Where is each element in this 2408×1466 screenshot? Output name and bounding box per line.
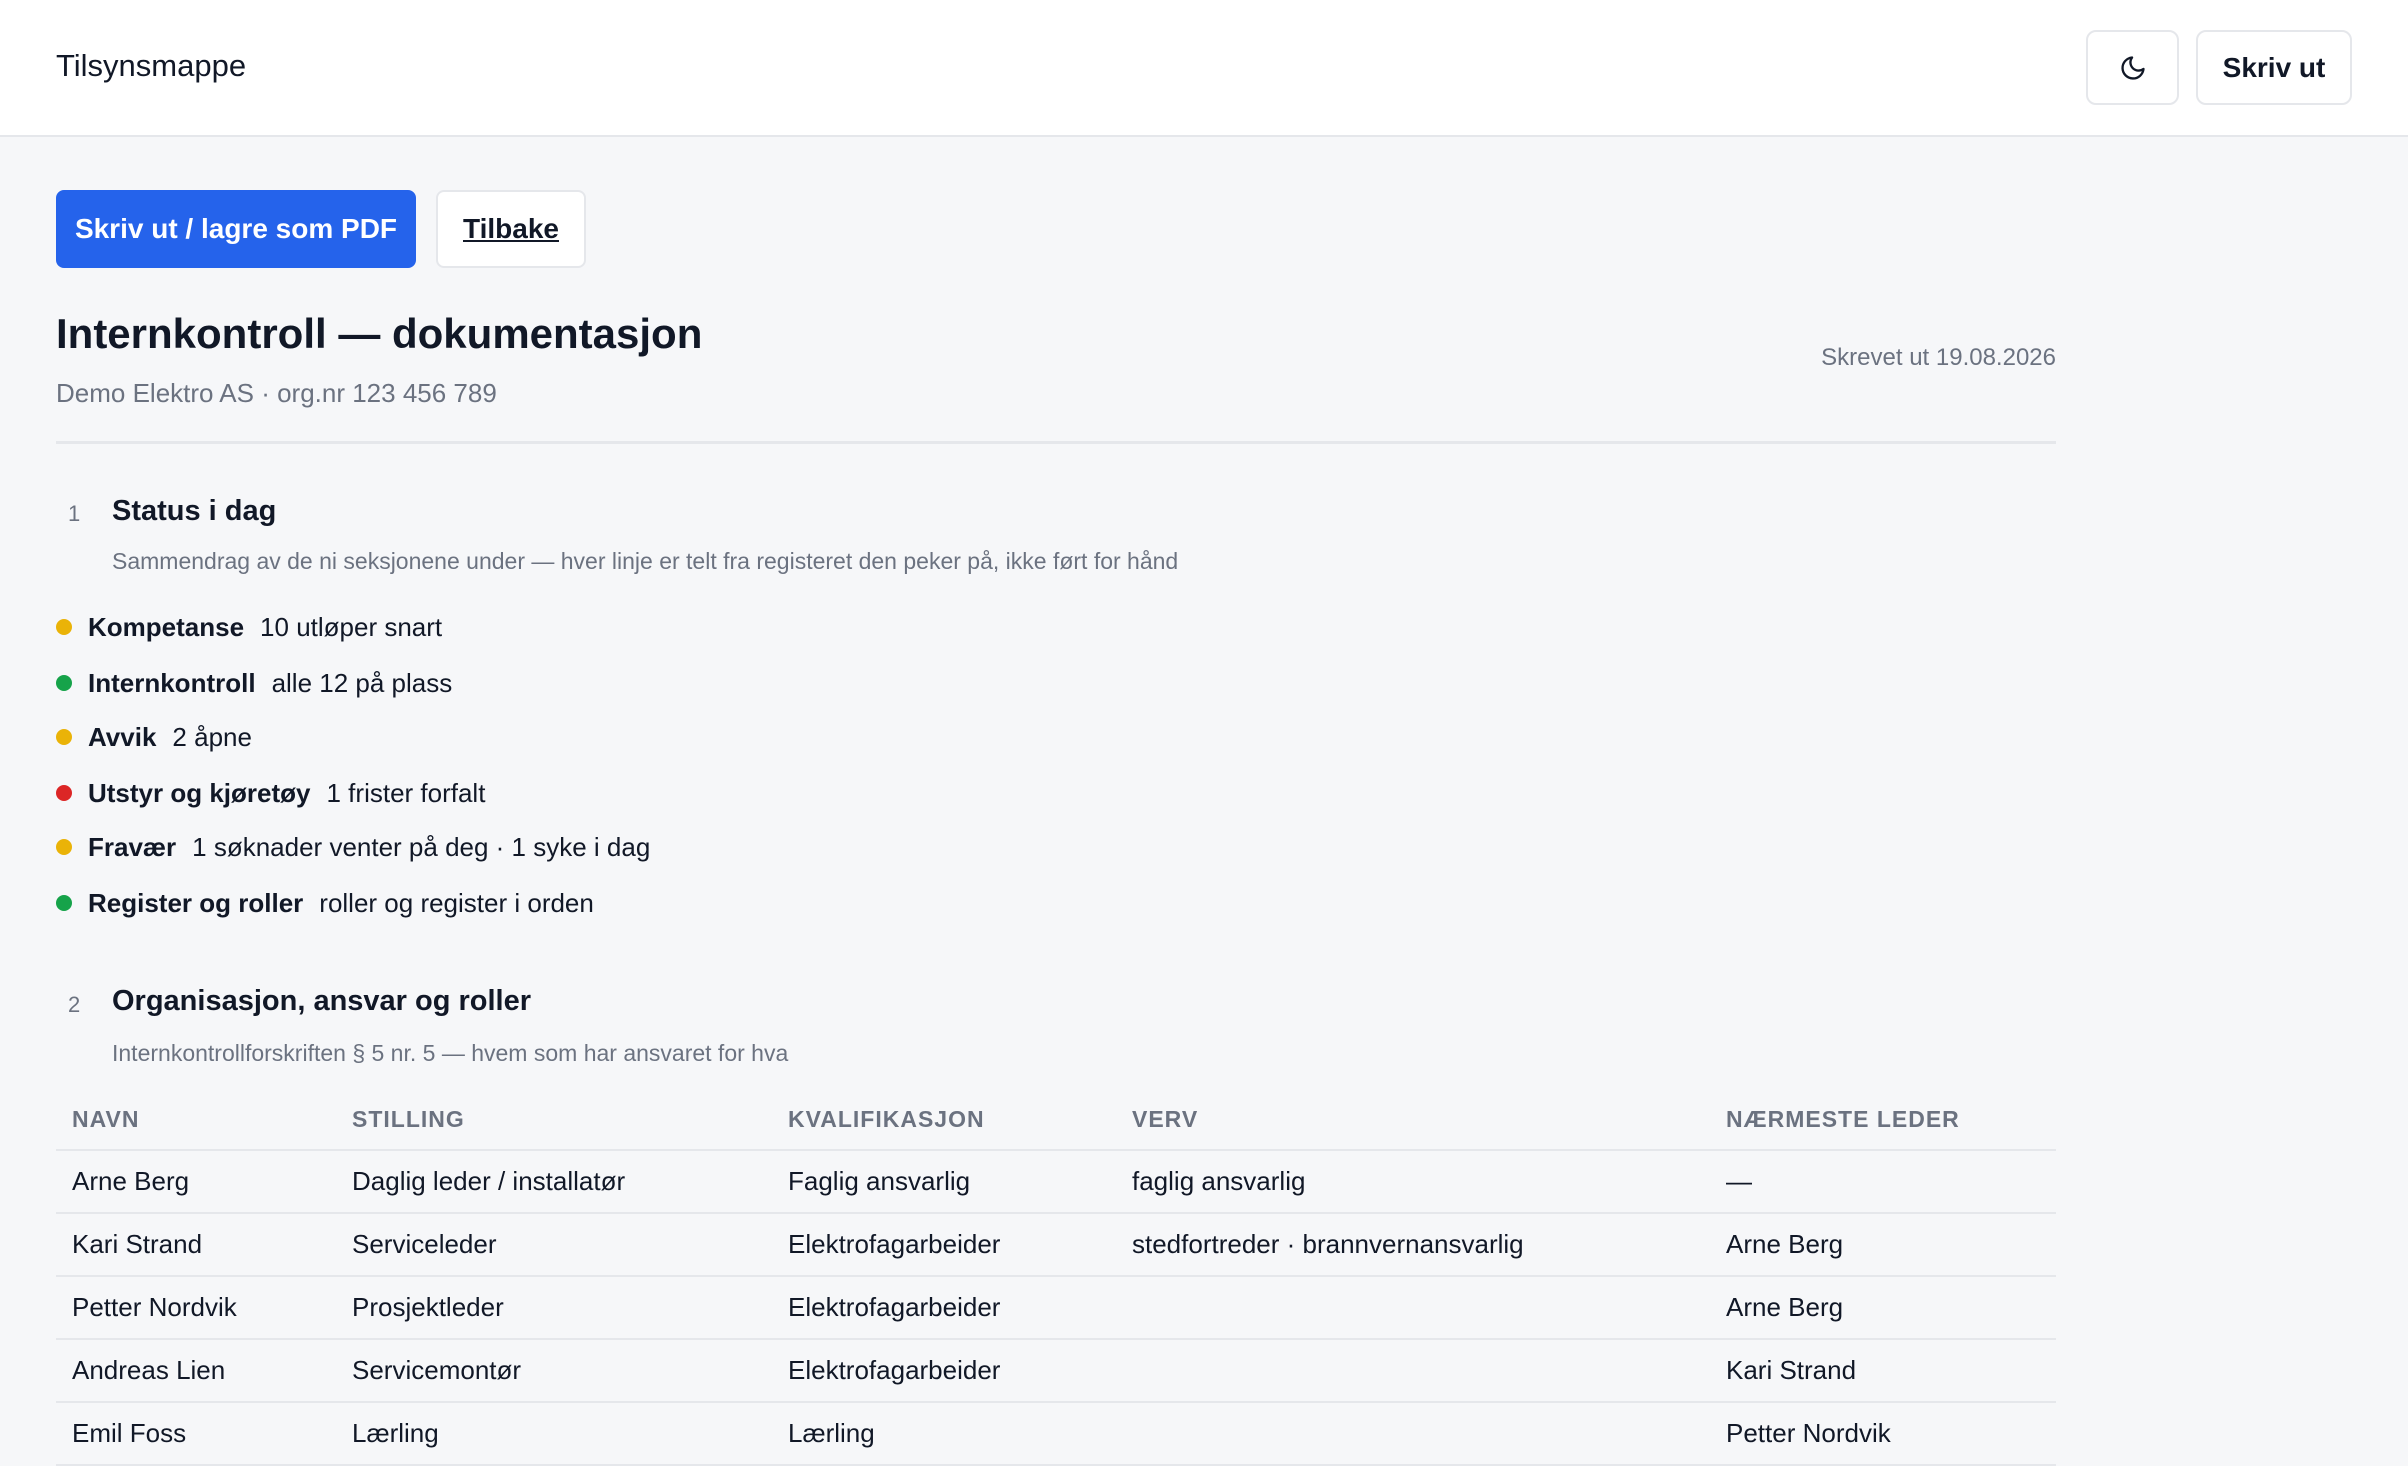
page-title: Internkontroll — dokumentasjon [56, 310, 703, 357]
cell-manager: Arne Berg [1710, 1276, 2056, 1340]
table-row: Petter Nordvik Prosjektleder Elektrofaga… [56, 1276, 2056, 1340]
status-item: Internkontroll alle 12 på plass [56, 663, 452, 703]
cell-position: Prosjektleder [336, 1276, 772, 1340]
status-value: 1 søknader venter på deg · 1 syke i dag [192, 831, 651, 862]
status-dot [56, 729, 72, 745]
status-value: 10 utløper snart [260, 611, 443, 642]
status-item: Avvik 2 åpne [56, 717, 252, 757]
section-title: Status i dag [112, 495, 277, 527]
column-header: NAVN [56, 1090, 336, 1151]
cell-manager: Arne Berg [1710, 1213, 2056, 1277]
divider [56, 441, 2056, 444]
status-item: Register og roller roller og register i … [56, 883, 594, 923]
status-value: 1 frister forfalt [326, 777, 486, 808]
cell-role [1116, 1402, 1710, 1466]
cell-position: Daglig leder / installatør [336, 1150, 772, 1214]
cell-role: faglig ansvarlig [1116, 1150, 1710, 1214]
cell-qualification: Elektrofagarbeider [772, 1213, 1116, 1277]
cell-name: Kari Strand [56, 1213, 336, 1277]
status-value: 2 åpne [172, 721, 252, 752]
cell-name: Petter Nordvik [56, 1276, 336, 1340]
section-number: 1 [68, 501, 81, 526]
cell-name: Emil Foss [56, 1402, 336, 1466]
status-label: Fravær [88, 831, 177, 862]
printed-date: Skrevet ut 19.08.2026 [1821, 344, 2056, 371]
company-subtitle: Demo Elektro AS · org.nr 123 456 789 [56, 378, 497, 408]
status-dot [56, 785, 72, 801]
status-label: Kompetanse [88, 611, 245, 642]
status-dot [56, 619, 72, 635]
cell-position: Lærling [336, 1402, 772, 1466]
section-number: 2 [68, 992, 81, 1017]
status-value: roller og register i orden [319, 887, 594, 918]
cell-qualification: Elektrofagarbeider [772, 1339, 1116, 1403]
cell-qualification: Elektrofagarbeider [772, 1276, 1116, 1340]
print-pdf-button[interactable]: Skriv ut / lagre som PDF [56, 190, 416, 268]
status-dot [56, 895, 72, 911]
cell-role [1116, 1276, 1710, 1340]
cell-qualification: Faglig ansvarlig [772, 1150, 1116, 1214]
table-header-row: NAVN STILLING KVALIFIKASJON VERV NÆRMEST… [56, 1090, 2056, 1151]
column-header: KVALIFIKASJON [772, 1090, 1116, 1151]
top-bar: Tilsynsmappe Skriv ut [0, 0, 2408, 137]
cell-qualification: Lærling [772, 1402, 1116, 1466]
cell-name: Arne Berg [56, 1150, 336, 1214]
status-value: alle 12 på plass [271, 667, 453, 698]
cell-position: Servicemontør [336, 1339, 772, 1403]
cell-name: Andreas Lien [56, 1339, 336, 1403]
status-label: Internkontroll [88, 667, 256, 698]
app-title: Tilsynsmappe [56, 48, 247, 83]
theme-toggle-button[interactable] [2086, 30, 2179, 105]
table-row: Andreas Lien Servicemontør Elektrofagarb… [56, 1339, 2056, 1403]
status-label: Utstyr og kjøretøy [88, 777, 311, 808]
status-label: Avvik [88, 721, 157, 752]
cell-role: stedfortreder · brannvernansvarlig [1116, 1213, 1710, 1277]
roles-table: NAVN STILLING KVALIFIKASJON VERV NÆRMEST… [56, 1090, 2056, 1466]
table-row: Kari Strand Serviceleder Elektrofagarbei… [56, 1213, 2056, 1277]
column-header: VERV [1116, 1090, 1710, 1151]
status-item: Fravær 1 søknader venter på deg · 1 syke… [56, 827, 650, 867]
status-item: Kompetanse 10 utløper snart [56, 607, 442, 647]
status-dot [56, 839, 72, 855]
back-button[interactable]: Tilbake [436, 190, 586, 268]
moon-icon [2120, 55, 2145, 80]
print-button[interactable]: Skriv ut [2196, 30, 2352, 105]
table-row: Arne Berg Daglig leder / installatør Fag… [56, 1150, 2056, 1214]
status-label: Register og roller [88, 887, 304, 918]
cell-manager: — [1710, 1150, 2056, 1214]
status-item: Utstyr og kjøretøy 1 frister forfalt [56, 773, 485, 813]
section-description: Internkontrollforskriften § 5 nr. 5 — hv… [112, 1040, 789, 1066]
cell-position: Serviceleder [336, 1213, 772, 1277]
cell-manager: Kari Strand [1710, 1339, 2056, 1403]
column-header: STILLING [336, 1090, 772, 1151]
table-row: Emil Foss Lærling Lærling Petter Nordvik [56, 1402, 2056, 1466]
cell-role [1116, 1339, 1710, 1403]
column-header: NÆRMESTE LEDER [1710, 1090, 2056, 1151]
cell-manager: Petter Nordvik [1710, 1402, 2056, 1466]
section-description: Sammendrag av de ni seksjonene under — h… [112, 548, 1179, 574]
section-title: Organisasjon, ansvar og roller [112, 985, 532, 1017]
status-dot [56, 675, 72, 691]
